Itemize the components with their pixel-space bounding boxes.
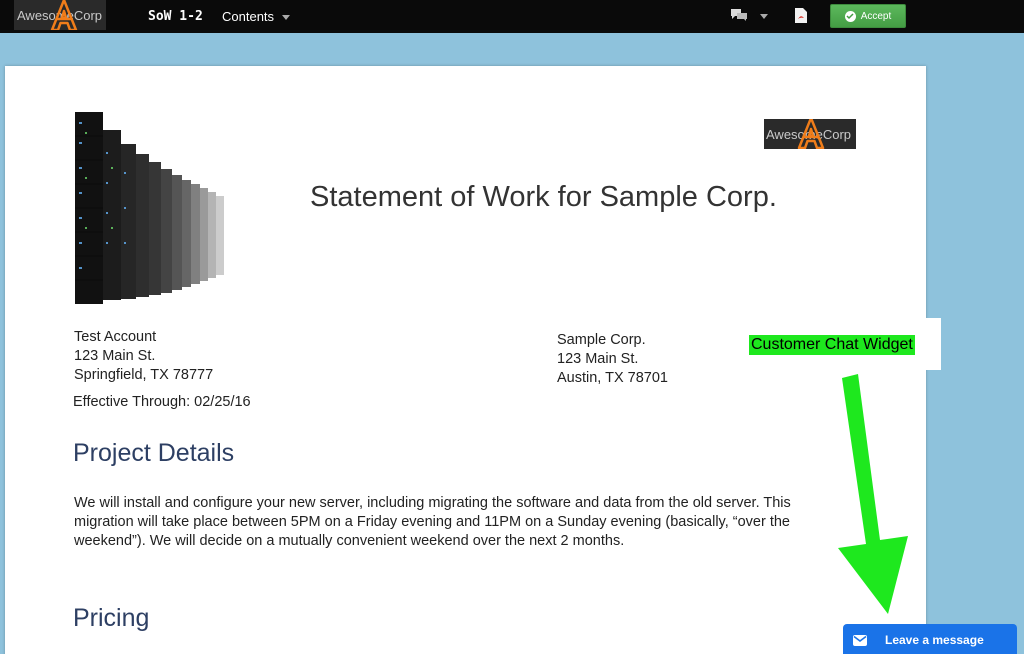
top-bar: AwesomeCorp SoW 1-2 Contents Accept (0, 0, 1024, 33)
comments-button[interactable] (730, 8, 768, 22)
document-name: SoW 1-2 (148, 9, 203, 24)
accept-label: Accept (860, 10, 892, 22)
envelope-icon (853, 634, 867, 646)
accept-button[interactable]: Accept (830, 4, 906, 28)
leave-message-label: Leave a message (885, 633, 984, 647)
to-address-line: Austin, TX 78701 (557, 370, 668, 386)
from-address: Test Account 123 Main St. Springfield, T… (74, 328, 213, 385)
from-address-line: Springfield, TX 78777 (74, 367, 214, 383)
leave-message-button[interactable]: Leave a message (843, 624, 1017, 654)
pricing-heading: Pricing (73, 604, 150, 632)
project-details-heading: Project Details (73, 439, 235, 467)
document-logo: AwesomeCorp (764, 119, 856, 149)
awesomecorp-logo-icon (50, 0, 78, 30)
from-address-line: 123 Main St. (74, 348, 156, 364)
server-rack-image (75, 112, 233, 304)
effective-date: 02/25/16 (194, 394, 251, 410)
contents-menu[interactable]: Contents (222, 9, 291, 24)
chevron-down-icon (760, 13, 768, 19)
project-details-text: We will install and configure your new s… (74, 495, 791, 549)
check-icon (844, 10, 856, 22)
from-address-line: Test Account (74, 329, 157, 345)
pdf-icon[interactable] (795, 8, 807, 23)
effective-label: Effective Through: (73, 394, 191, 410)
contents-label: Contents (222, 9, 275, 24)
document-title: Statement of Work for Sample Corp. (310, 181, 777, 213)
arrow-down-icon (838, 374, 908, 614)
chat-widget-annotation-label: Customer Chat Widget (749, 335, 915, 355)
effective-through: Effective Through: 02/25/16 (73, 394, 251, 410)
to-address: Sample Corp. 123 Main St. Austin, TX 787… (557, 331, 668, 388)
to-address-line: Sample Corp. (557, 332, 646, 348)
chevron-down-icon (282, 15, 291, 20)
topbar-logo[interactable]: AwesomeCorp (14, 0, 106, 30)
to-address-line: 123 Main St. (557, 351, 639, 367)
comments-icon (731, 9, 747, 21)
awesomecorp-logo-icon (797, 119, 825, 149)
